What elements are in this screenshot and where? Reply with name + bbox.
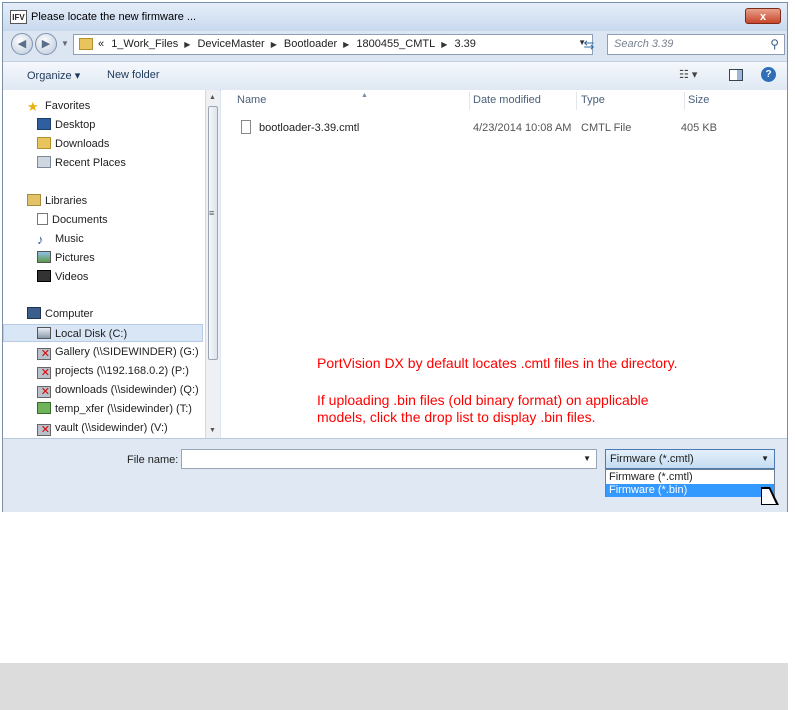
documents-icon (37, 213, 48, 225)
breadcrumb-item[interactable]: 1_Work_Files (111, 38, 178, 50)
file-type: CMTL File (581, 122, 632, 134)
nav-favorites[interactable]: ★ Favorites (27, 97, 90, 115)
sort-ascending-icon: ▲ (361, 92, 368, 99)
column-divider[interactable] (684, 92, 685, 110)
back-button[interactable]: ◀ (11, 33, 33, 55)
annotation-line: If uploading .bin files (old binary form… (317, 392, 649, 408)
mouse-cursor-fill (762, 489, 776, 504)
app-icon: IFV (10, 10, 27, 24)
breadcrumb-item[interactable]: Bootloader (284, 38, 337, 50)
navigation-pane: ★ Favorites Desktop Downloads Recent Plac… (3, 90, 205, 438)
disconnected-drive-icon: ✕ (37, 367, 51, 379)
music-icon: ♪ (37, 232, 44, 247)
file-name-label: File name: (127, 454, 179, 466)
desktop-icon (37, 118, 51, 130)
nav-item-network-drive[interactable]: temp_xfer (\\sidewinder) (T:) (37, 400, 192, 418)
local-disk-icon (37, 327, 51, 339)
file-list: Name ▲ Date modified Type Size bootloader… (221, 90, 787, 438)
filter-selected: Firmware (*.cmtl) (610, 453, 694, 465)
nav-item-pictures[interactable]: Pictures (37, 249, 95, 267)
star-icon: ★ (27, 99, 39, 114)
nav-scrollbar[interactable]: ▲ ≡ ▼ (205, 90, 220, 438)
libraries-icon (27, 194, 41, 206)
chevron-right-icon[interactable]: ▶ (343, 40, 349, 49)
nav-computer[interactable]: Computer (27, 305, 93, 323)
grip-icon: ≡ (209, 208, 215, 218)
nav-item-network-drive[interactable]: ✕ downloads (\\sidewinder) (Q:) (37, 381, 199, 399)
breadcrumb-item[interactable]: 1800455_CMTL (356, 38, 435, 50)
filter-option[interactable]: Firmware (*.cmtl) (606, 471, 774, 484)
refresh-icon[interactable]: ⇆ (577, 35, 601, 54)
forward-button[interactable]: ▶ (35, 33, 57, 55)
filter-dropdown-list: Firmware (*.cmtl) Firmware (*.bin) (605, 469, 775, 497)
scroll-down-icon[interactable]: ▼ (209, 427, 216, 434)
recent-places-icon (37, 156, 51, 168)
annotation-line: PortVision DX by default locates .cmtl f… (317, 355, 678, 371)
search-placeholder: Search 3.39 (614, 38, 674, 50)
chevron-right-icon[interactable]: ▶ (271, 40, 277, 49)
address-bar[interactable]: « 1_Work_Files ▶ DeviceMaster ▶ Bootloader… (73, 34, 593, 55)
nav-item-network-drive[interactable]: ✕ Gallery (\\SIDEWINDER) (G:) (37, 343, 199, 361)
annotation-line: models, click the drop list to display .… (317, 409, 596, 425)
column-header-type[interactable]: Type (581, 94, 605, 106)
nav-item-recent-places[interactable]: Recent Places (37, 154, 126, 172)
chevron-right-icon[interactable]: ▶ (441, 40, 447, 49)
file-name-input[interactable]: ▼ (181, 449, 597, 469)
organize-button[interactable]: Organize ▾ (27, 69, 80, 82)
nav-item-local-disk[interactable]: Local Disk (C:) (3, 324, 203, 342)
search-icon[interactable]: ⚲ (770, 37, 779, 51)
file-date: 4/23/2014 10:08 AM (473, 122, 572, 134)
gray-footer-bar (0, 663, 788, 710)
column-header-date[interactable]: Date modified (473, 94, 541, 106)
pictures-icon (37, 251, 51, 263)
recent-locations-dropdown-icon[interactable]: ▼ (61, 39, 69, 48)
breadcrumb-item[interactable]: DeviceMaster (197, 38, 264, 50)
scroll-up-icon[interactable]: ▲ (209, 94, 216, 101)
videos-icon (37, 270, 51, 282)
file-open-dialog: IFV Please locate the new firmware ... x… (2, 2, 788, 512)
file-row[interactable]: bootloader-3.39.cmtl 4/23/2014 10:08 AM … (221, 118, 787, 138)
column-divider[interactable] (469, 92, 470, 110)
chevron-right-icon[interactable]: ▶ (184, 40, 190, 49)
window-title: Please locate the new firmware ... (31, 11, 197, 23)
file-name: bootloader-3.39.cmtl (259, 122, 360, 134)
nav-item-desktop[interactable]: Desktop (37, 116, 95, 134)
nav-item-videos[interactable]: Videos (37, 268, 88, 286)
nav-item-network-drive[interactable]: ✕ projects (\\192.168.0.2) (P:) (37, 362, 189, 380)
network-drive-icon (37, 402, 51, 414)
disconnected-drive-icon: ✕ (37, 386, 51, 398)
help-icon[interactable]: ? (761, 67, 776, 82)
nav-item-network-drive[interactable]: ✕ vault (\\sidewinder) (V:) (37, 419, 168, 437)
disconnected-drive-icon: ✕ (37, 348, 51, 360)
file-size: 405 KB (680, 122, 717, 134)
breadcrumb-overflow[interactable]: « (98, 38, 104, 50)
folder-icon (79, 38, 93, 50)
downloads-folder-icon (37, 137, 51, 149)
filter-option-highlighted[interactable]: Firmware (*.bin) (606, 484, 774, 497)
nav-item-downloads[interactable]: Downloads (37, 135, 109, 153)
computer-icon (27, 307, 41, 319)
scrollbar-thumb[interactable] (208, 106, 218, 360)
address-row: ◀ ▶ ▼ « 1_Work_Files ▶ DeviceMaster ▶ Boot… (3, 31, 787, 59)
nav-item-music[interactable]: ♪ Music (37, 230, 84, 248)
new-folder-button[interactable]: New folder (107, 69, 160, 81)
nav-libraries[interactable]: Libraries (27, 192, 87, 210)
chevron-down-icon[interactable]: ▼ (761, 450, 769, 468)
column-header-name[interactable]: Name ▲ (237, 92, 368, 106)
column-header-size[interactable]: Size (688, 94, 709, 106)
disconnected-drive-icon: ✕ (37, 424, 51, 436)
nav-item-documents[interactable]: Documents (37, 211, 108, 229)
column-divider[interactable] (576, 92, 577, 110)
preview-pane-icon[interactable] (729, 69, 743, 81)
breadcrumb-item[interactable]: 3.39 (454, 38, 475, 50)
breadcrumb: « 1_Work_Files ▶ DeviceMaster ▶ Bootloader… (98, 38, 480, 50)
file-type-filter-select[interactable]: Firmware (*.cmtl) ▼ (605, 449, 775, 469)
command-toolbar: Organize ▾ New folder ☷ ▾ ? (3, 61, 787, 91)
bottom-panel: File name: ▼ Firmware (*.cmtl) ▼ Firmwar… (3, 438, 787, 512)
search-input[interactable]: Search 3.39 ⚲ (607, 34, 785, 55)
close-button[interactable]: x (745, 8, 781, 24)
chevron-down-icon[interactable]: ▼ (583, 454, 591, 463)
title-bar[interactable]: IFV Please locate the new firmware ... x (3, 3, 787, 31)
change-view-icon[interactable]: ☷ ▾ (679, 68, 697, 81)
